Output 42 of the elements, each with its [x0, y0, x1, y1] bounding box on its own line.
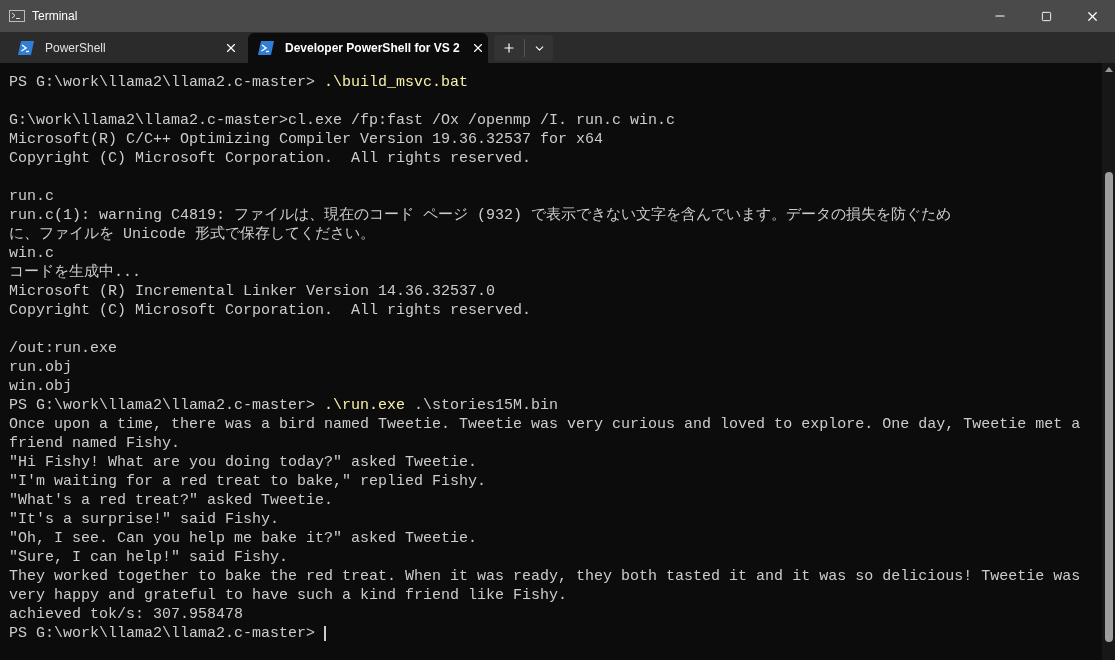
command-text: .\build_msvc.bat [324, 73, 469, 92]
argument-text: .\stories15M.bin [414, 396, 559, 415]
tab[interactable]: Developer PowerShell for VS 2 [248, 33, 488, 63]
output-line: run.c [9, 187, 55, 206]
scroll-up-icon[interactable] [1104, 67, 1113, 72]
output-line: run.obj [9, 358, 73, 377]
output-line: very happy and grateful to have such a kind friend like Fishy. [9, 586, 569, 605]
prompt-text: PS G:\work\llama2\llama2.c-master> [9, 396, 316, 415]
command-text: .\run.exe [324, 396, 406, 415]
output-line: "Sure, I can help!" said Fishy. [9, 548, 290, 567]
output-line: コードを生成中... [9, 263, 142, 282]
output-line: Copyright (C) Microsoft Corporation. All rights reserved. [9, 301, 533, 320]
output-line: Microsoft(R) C/C++ Optimizing Compiler Version 19.36.32537 for x64 [9, 130, 605, 149]
window-title: Terminal [32, 8, 78, 25]
scrollbar[interactable] [1102, 63, 1115, 660]
output-line: "What's a red treat?" asked Tweetie. [9, 491, 335, 510]
tab[interactable]: PowerShell [8, 33, 248, 63]
output-line: friend named Fishy. [9, 434, 182, 453]
output-line: "Hi Fishy! What are you doing today?" asked Tweetie. [9, 453, 479, 472]
prompt-text: PS G:\work\llama2\llama2.c-master> [9, 624, 316, 643]
plus-icon [502, 41, 516, 55]
prompt-text: PS G:\work\llama2\llama2.c-master> [9, 73, 316, 92]
terminal-icon [9, 10, 25, 22]
output-line: "It's a surprise!" said Fishy. [9, 510, 281, 529]
output-line: Copyright (C) Microsoft Corporation. All rights reserved. [9, 149, 533, 168]
output-line: G:\work\llama2\llama2.c-master>cl.exe /fp:fast /Ox /openmp /I. run.c win.c [9, 111, 677, 130]
output-line: /out:run.exe [9, 339, 119, 358]
output-line: "Oh, I see. Can you help me bake it?" asked Tweetie. [9, 529, 479, 548]
output-line: They worked together to bake the red treat. When it was ready, they both tasted it and it was so delicious! Tweetie was [9, 567, 1082, 586]
output-line: achieved tok/s: 307.958478 [9, 605, 245, 624]
output-line: Microsoft (R) Incremental Linker Version 14.36.32537.0 [9, 282, 497, 301]
close-tab-icon[interactable] [224, 41, 238, 55]
powershell-icon [18, 41, 34, 55]
scrollbar-thumb[interactable] [1104, 172, 1113, 642]
output-line: Once upon a time, there was a bird named Tweetie. Tweetie was very curious and loved to explore. One day, Tweetie met a [9, 415, 1082, 434]
output-line: win.c [9, 244, 55, 263]
powershell-icon [258, 41, 274, 55]
maximize-icon [1040, 10, 1052, 22]
output-line: run.c(1): warning C4819: ファイルは、現在のコード ページ (932) で表示できない文字を含んでいます。データの損失を防ぐため [9, 206, 953, 225]
output-line: "I'm waiting for a red treat to bake," replied Fishy. [9, 472, 488, 491]
output-line: に、ファイルを Unicode 形式で保存してください。 [9, 225, 376, 244]
output-line: win.obj [9, 377, 73, 396]
